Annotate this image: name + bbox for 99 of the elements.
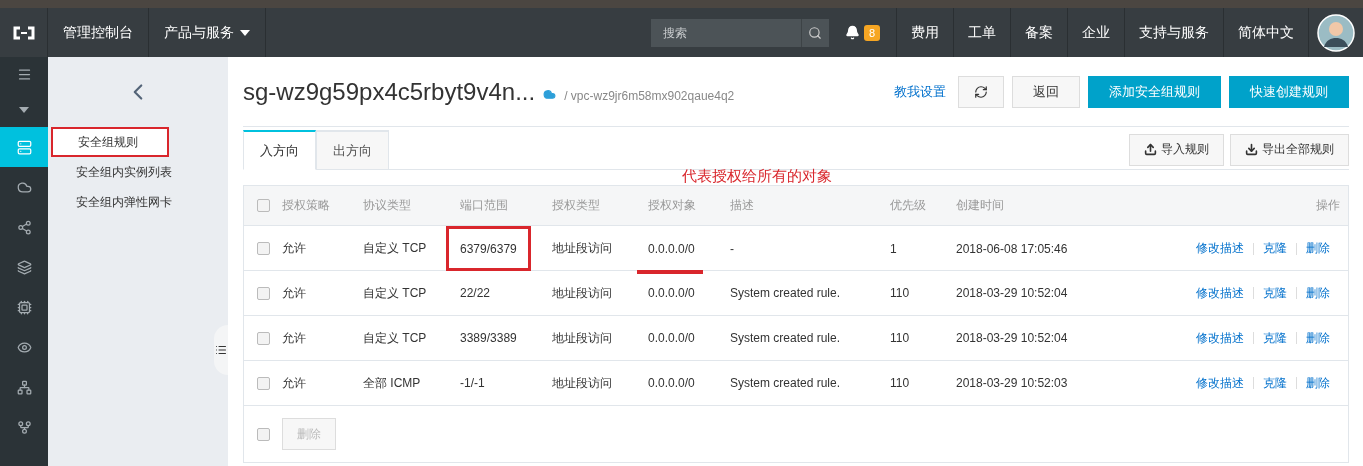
help-link[interactable]: 教我设置	[894, 82, 946, 101]
row-action-link[interactable]: 删除	[1306, 329, 1330, 347]
caret-icon[interactable]	[19, 106, 29, 113]
table-cell-text: 地址段访问	[552, 329, 613, 347]
row-action-link[interactable]: 克隆	[1263, 284, 1287, 302]
direction-tab[interactable]: 出方向	[316, 130, 389, 170]
export-button[interactable]: 导出全部规则	[1230, 133, 1349, 166]
row-action-link[interactable]: 克隆	[1263, 329, 1287, 347]
table-cell: 6379/6379	[446, 226, 531, 271]
table-cell-text: 允许	[282, 374, 307, 392]
search-field[interactable]: 搜索	[650, 18, 801, 47]
logo-icon[interactable]	[11, 25, 36, 40]
download-icon	[1245, 143, 1258, 156]
table-cell-text: 地址段访问	[552, 240, 613, 257]
refresh-button[interactable]	[958, 75, 1004, 108]
row-action-link[interactable]: 克隆	[1263, 374, 1287, 392]
table-cell: 0.0.0.0/0	[648, 376, 695, 390]
row-action-link[interactable]: 克隆	[1263, 240, 1287, 257]
table-cell-text: System created rule.	[730, 376, 842, 390]
header-link[interactable]: 企业	[1068, 8, 1125, 57]
column-header: 授权策略	[282, 197, 331, 214]
eye-icon[interactable]	[16, 339, 32, 355]
column-header: 操作	[1316, 197, 1341, 214]
hub-icon[interactable]	[16, 379, 32, 395]
column-header: 端口范围	[460, 197, 509, 214]
row-action-link[interactable]: 修改描述	[1196, 329, 1244, 347]
table-cell-text: 允许	[282, 329, 307, 347]
column-header: 授权类型	[552, 197, 601, 214]
table-cell-text: 地址段访问	[552, 284, 613, 302]
table-cell-text: 自定义 TCP	[363, 284, 428, 302]
nodes-icon[interactable]	[16, 219, 32, 235]
table-cell-text: -1/-1	[459, 376, 485, 390]
row-action-link[interactable]: 删除	[1306, 240, 1330, 257]
column-header: 优先级	[890, 197, 927, 214]
footer-checkbox[interactable]	[256, 427, 270, 441]
header-link[interactable]: 费用	[897, 8, 954, 57]
row-checkbox[interactable]	[256, 376, 270, 390]
table-cell-text: 110	[890, 376, 911, 390]
column-header: 创建时间	[956, 197, 1005, 214]
vpc-path: / vpc-wz9jr6m58mx902qaue4q2	[564, 88, 735, 103]
column-header: 描述	[730, 197, 755, 214]
table-cell-text: 全部 ICMP	[363, 374, 422, 392]
sidebar-item[interactable]: 安全组规则	[51, 127, 169, 157]
row-action-link[interactable]: 修改描述	[1196, 240, 1244, 257]
table-cell: 0.0.0.0/0	[648, 331, 695, 345]
table-cell-text: 2018-03-29 10:52:03	[956, 376, 1069, 390]
table-cell-text: System created rule.	[730, 331, 842, 345]
page-title: sg-wz9g59px4c5rbyt9v4n...	[243, 77, 536, 106]
table-cell-text: 地址段访问	[552, 374, 613, 392]
column-header: 授权对象	[648, 197, 697, 214]
table-cell-text: 22/22	[459, 286, 491, 300]
sidebar-item[interactable]: 安全组内实例列表	[48, 157, 228, 187]
cloud-icon	[543, 88, 557, 101]
table-cell-text: System created rule.	[730, 286, 842, 300]
column-header: 协议类型	[363, 197, 412, 214]
search-icon[interactable]	[808, 25, 823, 40]
refresh-icon	[974, 84, 988, 99]
header-link[interactable]: 备案	[1011, 8, 1068, 57]
table-cell-text: 自定义 TCP	[363, 240, 428, 257]
row-checkbox[interactable]	[256, 331, 270, 345]
table-cell-text: 2018-06-08 17:05:46	[956, 241, 1069, 256]
header-link[interactable]: 工单	[954, 8, 1011, 57]
table-cell-text: 3389/3389	[459, 331, 517, 345]
layers-icon[interactable]	[16, 259, 32, 275]
annotation-note: 代表授权给所有的对象	[682, 167, 832, 186]
upload-icon	[1144, 143, 1157, 156]
table-cell-text: 110	[890, 286, 911, 300]
table-cell-text: 110	[890, 331, 911, 345]
header-link[interactable]: 简体中文	[1224, 8, 1309, 57]
notification-count: 8	[863, 24, 880, 41]
table-cell: 0.0.0.0/0	[648, 241, 695, 256]
bell-icon[interactable]	[844, 25, 860, 40]
row-action-link[interactable]: 修改描述	[1196, 284, 1244, 302]
avatar[interactable]	[1317, 13, 1355, 52]
table-cell-text: 自定义 TCP	[363, 329, 428, 347]
row-action-link[interactable]: 删除	[1306, 374, 1330, 392]
sidebar-item[interactable]: 安全组内弹性网卡	[48, 187, 228, 217]
direction-tab[interactable]: 入方向	[243, 130, 316, 170]
table-cell: 0.0.0.0/0	[648, 286, 695, 300]
table-cell-text: 1	[890, 241, 898, 256]
table-cell-text: 允许	[282, 284, 307, 302]
collapse-handle[interactable]	[214, 325, 228, 375]
table-cell-text: -	[730, 241, 735, 256]
action-button[interactable]: 返回	[1012, 75, 1080, 108]
row-action-link[interactable]: 删除	[1306, 284, 1330, 302]
header-link[interactable]: 支持与服务	[1125, 8, 1224, 57]
row-action-link[interactable]: 修改描述	[1196, 374, 1244, 392]
cloud-icon[interactable]	[16, 179, 32, 195]
fork-icon[interactable]	[16, 419, 32, 435]
row-checkbox[interactable]	[256, 242, 270, 255]
import-button[interactable]: 导入规则	[1129, 133, 1224, 166]
menu-icon[interactable]	[16, 67, 32, 82]
caret-icon	[240, 29, 250, 36]
chip-icon[interactable]	[16, 299, 32, 315]
table-cell-text: 2018-03-29 10:52:04	[956, 286, 1069, 300]
table-cell-text: 2018-03-29 10:52:04	[956, 331, 1069, 345]
row-checkbox[interactable]	[256, 286, 270, 300]
table-cell-text: 允许	[282, 240, 307, 257]
select-all-checkbox[interactable]	[256, 199, 270, 212]
